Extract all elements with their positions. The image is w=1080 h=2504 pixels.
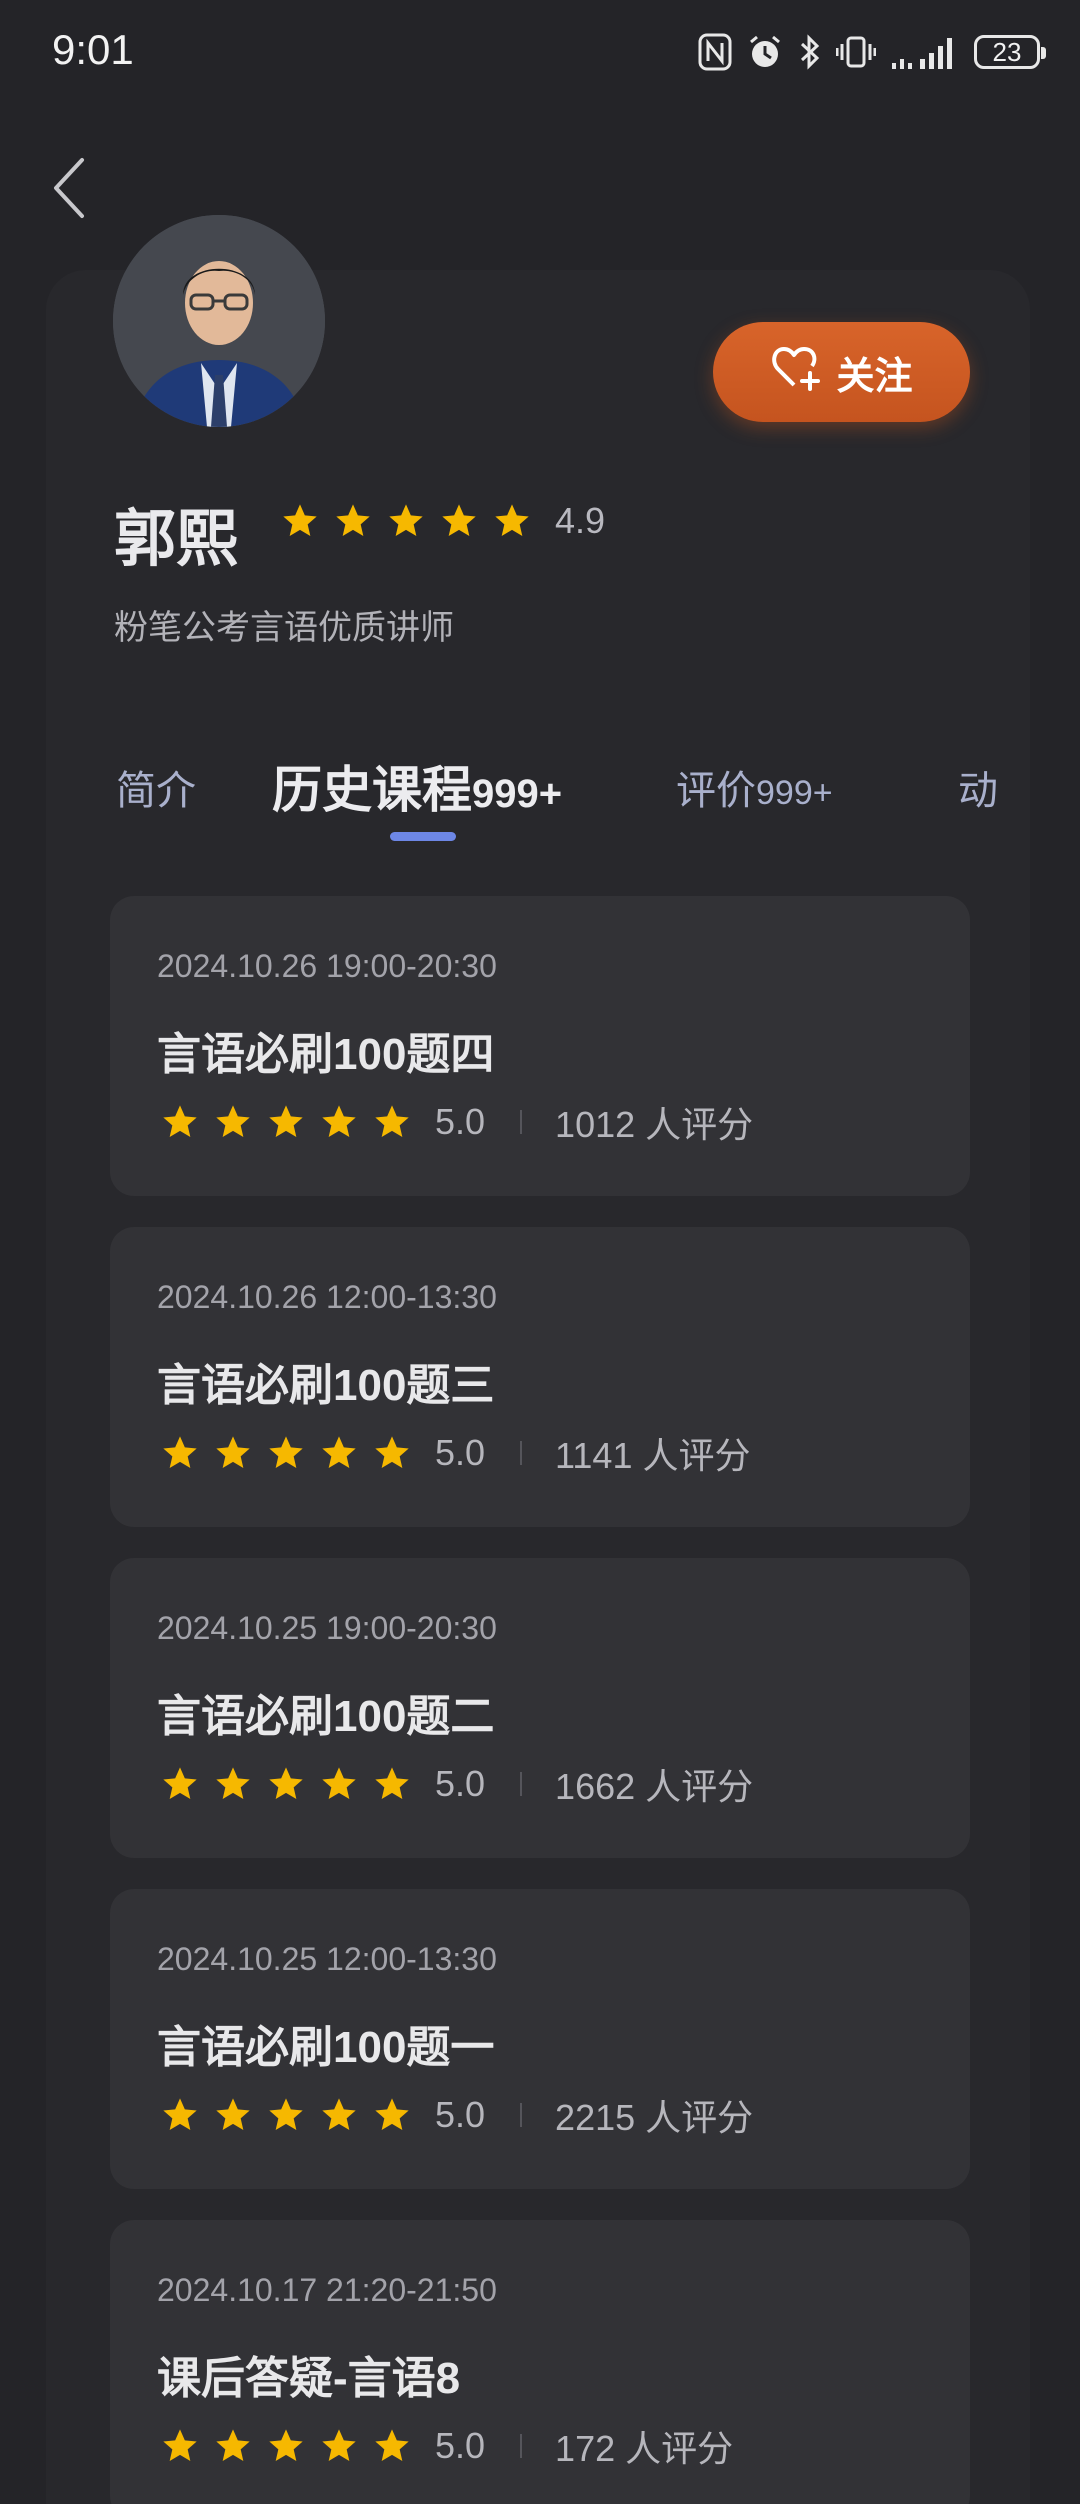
status-bar: 9:01 23 [0,0,1080,100]
course-score: 5.0 [435,2094,486,2135]
star-icon [492,501,532,541]
teacher-title: 粉笔公考言语优质讲师 [114,609,454,647]
tab-history-label: 历史课程 [272,762,472,818]
course-rating: 5.0 172 人评分 [160,2420,733,2472]
divider [520,1772,523,1796]
follow-label: 关注 [836,355,913,398]
alarm-icon [746,33,784,71]
course-name: 言语必刷100题四 [157,1030,495,1079]
star-icon [319,1433,359,1473]
avatar [113,215,325,427]
course-time: 2024.10.26 12:00-13:30 [157,1279,497,1315]
course-list: 2024.10.26 19:00-20:30 言语必刷100题四 5.0 101… [110,896,970,2504]
course-card[interactable]: 2024.10.26 12:00-13:30 言语必刷100题三 5.0 114… [110,1227,970,1527]
star-icon [266,1102,306,1142]
course-card[interactable]: 2024.10.26 19:00-20:30 言语必刷100题四 5.0 101… [110,896,970,1196]
tab-active-indicator [390,832,456,841]
status-time: 9:01 [52,26,134,73]
course-rating-count: 172 人评分 [555,2428,734,2469]
tab-dynamics[interactable]: 动 [958,758,998,816]
tab-bar: 简介 历史课程999+ 评价999+ 动 [0,744,1080,844]
star-icon [319,2095,359,2135]
course-score: 5.0 [435,2425,486,2466]
divider [520,2103,523,2127]
star-icon [319,1764,359,1804]
teacher-name: 郭熙 [114,505,239,574]
course-rating: 5.0 1141 人评分 [160,1427,750,1479]
star-icon [319,2426,359,2466]
course-card[interactable]: 2024.10.25 12:00-13:30 言语必刷100题一 5.0 221… [110,1889,970,2189]
status-icons: 23 [698,30,1046,74]
star-icon [372,2095,412,2135]
tab-history[interactable]: 历史课程999+ [272,750,562,822]
tab-reviews-count: 999+ [756,774,833,812]
star-icon [213,2095,253,2135]
course-card[interactable]: 2024.10.25 19:00-20:30 言语必刷100题二 5.0 166… [110,1558,970,1858]
back-button[interactable] [52,150,102,230]
course-rating-count: 2215 人评分 [555,2097,754,2138]
star-icon [213,1764,253,1804]
bluetooth-icon [798,33,822,71]
star-icon [213,1433,253,1473]
teacher-profile-page: 9:01 23 关注 郭熙 4.9 粉笔公考言语优质讲师 简介 历史课程999+… [0,0,1080,2504]
star-icon [372,1102,412,1142]
course-rating-count: 1141 人评分 [555,1435,751,1476]
course-name: 言语必刷100题二 [157,1692,495,1741]
star-icon [372,1764,412,1804]
course-rating: 5.0 1662 人评分 [160,1758,753,1810]
divider [520,2434,523,2458]
star-icon [386,501,426,541]
star-icon [439,501,479,541]
follow-button[interactable]: 关注 [713,322,970,422]
back-icon [52,157,86,224]
star-icon [266,2095,306,2135]
star-icon [280,501,320,541]
course-rating: 5.0 2215 人评分 [160,2089,753,2141]
course-name: 课后答疑-言语8 [157,2354,461,2403]
course-time: 2024.10.26 19:00-20:30 [157,948,497,984]
course-time: 2024.10.25 19:00-20:30 [157,1610,497,1646]
signal-icon [890,33,960,71]
tab-intro[interactable]: 简介 [116,758,196,816]
tab-reviews[interactable]: 评价999+ [676,758,833,816]
star-icon [333,501,373,541]
course-score: 5.0 [435,1763,486,1804]
star-icon [160,2426,200,2466]
course-score: 5.0 [435,1432,486,1473]
course-name: 言语必刷100题三 [157,1361,495,1410]
course-name: 言语必刷100题一 [157,2023,495,2072]
star-icon [160,1764,200,1804]
heart-plus-icon [770,343,824,401]
star-icon [266,1433,306,1473]
divider [520,1441,523,1465]
course-rating: 5.0 1012 人评分 [160,1096,753,1148]
divider [520,1110,523,1134]
course-time: 2024.10.17 21:20-21:50 [157,2272,497,2308]
star-icon [266,1764,306,1804]
star-icon [160,2095,200,2135]
course-score: 5.0 [435,1101,486,1142]
vibrate-icon [836,33,876,71]
star-icon [213,2426,253,2466]
star-icon [160,1433,200,1473]
course-rating-count: 1012 人评分 [555,1104,754,1145]
teacher-rating-value: 4.9 [555,500,606,541]
star-icon [213,1102,253,1142]
star-icon [372,2426,412,2466]
course-rating-count: 1662 人评分 [555,1766,754,1807]
course-time: 2024.10.25 12:00-13:30 [157,1941,497,1977]
tab-history-count: 999+ [472,772,563,816]
battery-icon: 23 [974,35,1046,69]
star-icon [372,1433,412,1473]
star-icon [319,1102,359,1142]
star-icon [160,1102,200,1142]
tab-reviews-label: 评价 [676,769,756,813]
star-icon [266,2426,306,2466]
teacher-rating: 4.9 [280,500,605,542]
nfc-icon [698,33,732,71]
course-card[interactable]: 2024.10.17 21:20-21:50 课后答疑-言语8 5.0 172 … [110,2220,970,2504]
